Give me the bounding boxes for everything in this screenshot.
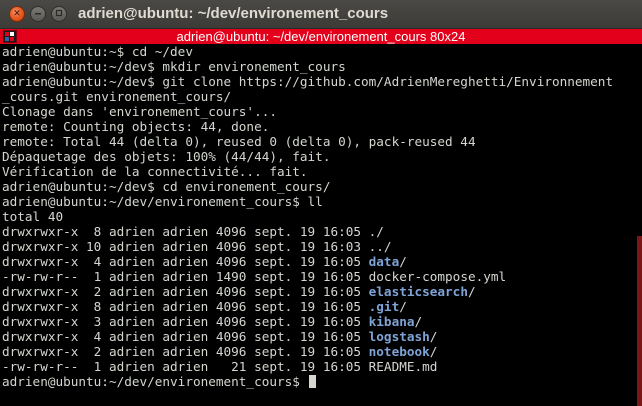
directory-name: .git [368, 299, 400, 314]
listing-meta: drwxrwxr-x 2 adrien adrien 4096 sept. 19… [2, 344, 369, 359]
listing-meta: drwxrwxr-x 8 adrien adrien 4096 sept. 19… [2, 224, 369, 239]
scrollbar[interactable] [637, 236, 642, 406]
listing-meta: drwxrwxr-x 4 adrien adrien 4096 sept. 19… [2, 329, 369, 344]
file-name: ./ [368, 224, 384, 239]
close-button[interactable]: ✕ [9, 6, 25, 22]
directory-name: elasticsearch [368, 284, 468, 299]
terminal-window: ✕ adrien@ubuntu: ~/dev/environement_cour… [0, 0, 642, 406]
maximize-icon [55, 9, 63, 20]
directory-name: data [368, 254, 400, 269]
file-name: docker-compose.yml [368, 269, 507, 284]
listing-row: -rw-rw-r-- 1 adrien adrien 21 sept. 19 1… [2, 359, 636, 374]
terminal-tab-banner: adrien@ubuntu: ~/dev/environement_cours … [0, 29, 642, 44]
listing-row: drwxrwxr-x 10 adrien adrien 4096 sept. 1… [2, 239, 636, 254]
terminal-line: Vérification de la connectivité... fait. [2, 164, 308, 179]
terminal-line: adrien@ubuntu:~/dev$ mkdir environement_… [2, 59, 346, 74]
listing-row: -rw-rw-r-- 1 adrien adrien 1490 sept. 19… [2, 269, 636, 284]
file-name: README.md [368, 359, 438, 374]
listing-row: drwxrwxr-x 3 adrien adrien 4096 sept. 19… [2, 314, 636, 329]
directory-suffix: / [399, 299, 407, 314]
listing-row: drwxrwxr-x 8 adrien adrien 4096 sept. 19… [2, 299, 636, 314]
directory-name: kibana [368, 314, 415, 329]
listing-meta: drwxrwxr-x 2 adrien adrien 4096 sept. 19… [2, 284, 369, 299]
shell-prompt: adrien@ubuntu:~/dev/environement_cours$ [2, 374, 308, 389]
file-name: ../ [368, 239, 392, 254]
terminal-output[interactable]: adrien@ubuntu:~$ cd ~/dev adrien@ubuntu:~… [2, 44, 636, 389]
listing-meta: drwxrwxr-x 4 adrien adrien 4096 sept. 19… [2, 254, 369, 269]
listing-row: drwxrwxr-x 4 adrien adrien 4096 sept. 19… [2, 329, 636, 344]
listing-row: drwxrwxr-x 4 adrien adrien 4096 sept. 19… [2, 254, 636, 269]
directory-suffix: / [414, 314, 423, 329]
terminal-line: adrien@ubuntu:~/dev$ git clone https://g… [2, 74, 614, 89]
directory-suffix: / [399, 254, 407, 269]
terminal-size-title: adrien@ubuntu: ~/dev/environement_cours … [176, 29, 466, 44]
scrollbar-thumb[interactable] [637, 236, 642, 406]
directory-suffix: / [429, 344, 438, 359]
listing-meta: -rw-rw-r-- 1 adrien adrien 1490 sept. 19… [2, 269, 369, 284]
terminal-line: adrien@ubuntu:~$ cd ~/dev [2, 44, 193, 59]
title-bar: ✕ adrien@ubuntu: ~/dev/environement_cour… [0, 0, 642, 29]
directory-name: notebook [368, 344, 430, 359]
listing-meta: -rw-rw-r-- 1 adrien adrien 21 sept. 19 1… [2, 359, 369, 374]
directory-suffix: / [429, 329, 438, 344]
terminal-line: adrien@ubuntu:~/dev/environement_cours$ … [2, 194, 323, 209]
text-cursor [308, 375, 316, 388]
listing-meta: drwxrwxr-x 8 adrien adrien 4096 sept. 19… [2, 299, 369, 314]
maximize-button[interactable] [51, 6, 67, 22]
listing-row: drwxrwxr-x 2 adrien adrien 4096 sept. 19… [2, 284, 636, 299]
window-title: adrien@ubuntu: ~/dev/environement_cours [78, 5, 389, 22]
terminal-line: Dépaquetage des objets: 100% (44/44), fa… [2, 149, 331, 164]
terminal-line: remote: Counting objects: 44, done. [2, 119, 270, 134]
minimize-button[interactable] [30, 6, 46, 22]
minimize-icon [34, 9, 42, 20]
prompt-line[interactable]: adrien@ubuntu:~/dev/environement_cours$ [2, 374, 636, 389]
terminal-line: adrien@ubuntu:~/dev$ cd environement_cou… [2, 179, 331, 194]
terminal-line: total 40 [2, 209, 64, 224]
terminal-line: remote: Total 44 (delta 0), reused 0 (de… [2, 134, 476, 149]
terminal-line: Clonage dans 'environement_cours'... [2, 104, 277, 119]
directory-name: logstash [368, 329, 430, 344]
listing-row: drwxrwxr-x 8 adrien adrien 4096 sept. 19… [2, 224, 636, 239]
listing-row: drwxrwxr-x 2 adrien adrien 4096 sept. 19… [2, 344, 636, 359]
listing-meta: drwxrwxr-x 10 adrien adrien 4096 sept. 1… [2, 239, 369, 254]
close-icon: ✕ [13, 8, 21, 19]
listing-meta: drwxrwxr-x 3 adrien adrien 4096 sept. 19… [2, 314, 369, 329]
terminal-line: _cours.git environement_cours/ [2, 89, 232, 104]
directory-suffix: / [467, 284, 476, 299]
